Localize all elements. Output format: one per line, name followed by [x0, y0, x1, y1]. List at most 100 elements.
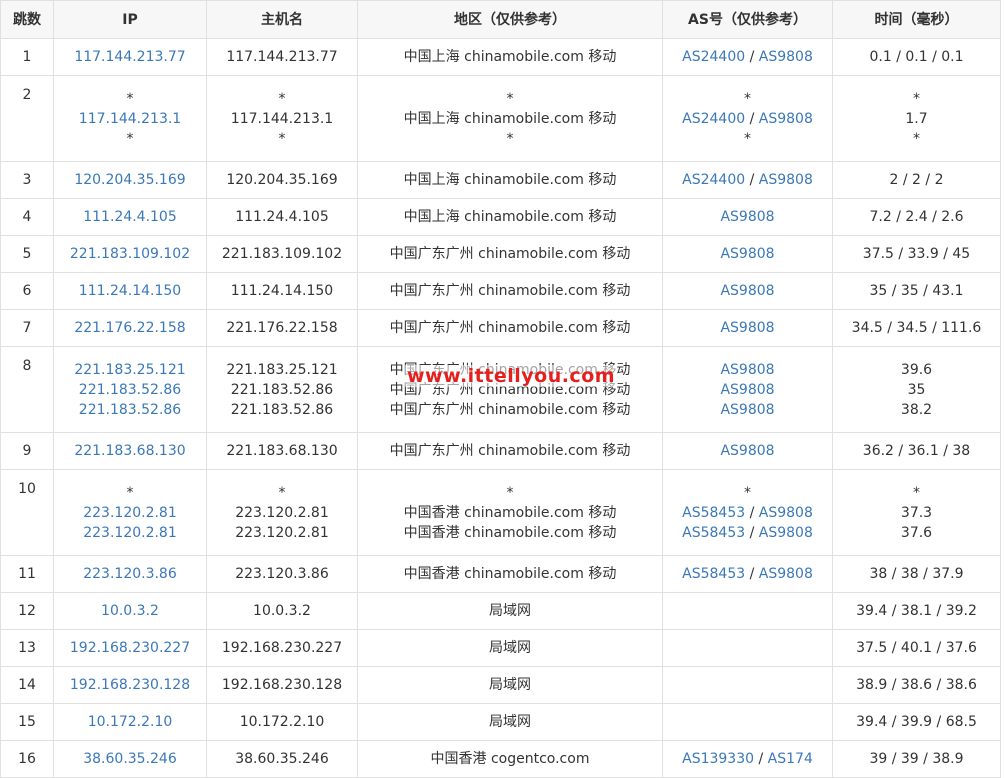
as-line: AS58453 / AS9808	[669, 503, 826, 523]
as-number-link[interactable]: AS9808	[759, 111, 813, 127]
region-text: 中国上海 chinamobile.com 移动	[403, 209, 617, 225]
column-header-host: 主机名	[206, 0, 358, 39]
as-number-cell: * AS24400 / AS9808 *	[662, 75, 833, 162]
ip-address-link[interactable]: 221.183.52.86	[60, 400, 200, 420]
ip-address-link[interactable]: 192.168.230.128	[60, 675, 200, 695]
region-cell: 局域网	[357, 592, 663, 630]
as-number-link[interactable]: AS24400	[682, 172, 745, 188]
as-number-link[interactable]: AS58453	[682, 566, 745, 582]
hostname-cell: 38.60.35.246	[206, 740, 358, 778]
latency-cell: * 37.3 37.6	[832, 469, 1001, 556]
as-number-link[interactable]: AS174	[768, 751, 813, 767]
as-separator: /	[745, 504, 759, 521]
hostname-text: 221.183.68.130	[226, 443, 338, 459]
latency-text: 39.4 / 39.9 / 68.5	[856, 714, 977, 730]
ip-address-cell: 111.24.14.150	[53, 272, 207, 310]
hostname-cell: 10.0.3.2	[206, 592, 358, 630]
latency-cell: 39.4 / 39.9 / 68.5	[832, 703, 1001, 741]
as-line: *	[669, 483, 826, 503]
region-cell: 中国香港 chinamobile.com 移动	[357, 555, 663, 593]
ip-address-link[interactable]: 111.24.4.105	[60, 207, 200, 227]
ip-address-link[interactable]: 223.120.3.86	[60, 564, 200, 584]
as-line: AS58453 / AS9808	[669, 523, 826, 543]
region-text: 局域网	[489, 714, 531, 730]
ip-address-link[interactable]: 10.172.2.10	[60, 712, 200, 732]
as-separator: /	[754, 751, 768, 767]
column-header-hop: 跳数	[0, 0, 54, 39]
as-line: AS9808	[669, 400, 826, 420]
latency-text: 38.2	[900, 401, 933, 418]
as-number-link[interactable]: AS24400	[682, 49, 745, 65]
site-watermark: www.ittellyou.com	[405, 365, 618, 387]
ip-address-text: *	[126, 90, 134, 107]
as-number-cell	[662, 703, 833, 741]
table-header-row: 跳数 IP 主机名 地区（仅供参考） AS号（仅供参考） 时间（毫秒）	[0, 0, 1001, 39]
ip-address-text: *	[126, 484, 134, 501]
ip-address-link[interactable]: 120.204.35.169	[60, 170, 200, 190]
ip-address-cell: 192.168.230.227	[53, 629, 207, 667]
ip-address-link[interactable]: 223.120.2.81	[60, 523, 200, 543]
as-line: AS9808	[669, 441, 826, 461]
ip-address-cell: 120.204.35.169	[53, 161, 207, 199]
as-number-link[interactable]: AS24400	[682, 111, 745, 127]
table-row: 3 120.204.35.169 120.204.35.169 中国上海 chinam…	[0, 161, 1001, 199]
latency-cell: 35 / 35 / 43.1	[832, 272, 1001, 310]
region-cell: 中国广东广州 chinamobile.com 移动	[357, 309, 663, 347]
as-number-link[interactable]: AS9808	[759, 49, 813, 65]
table-row: 7 221.176.22.158 221.176.22.158 中国广东广州 chin…	[0, 309, 1001, 347]
as-number-link[interactable]: AS9808	[759, 566, 813, 582]
as-number-link[interactable]: AS9808	[759, 525, 813, 541]
hostname-text: 223.120.2.81	[235, 524, 329, 541]
as-number-link[interactable]: AS9808	[759, 505, 813, 521]
as-number-link[interactable]: AS9808	[720, 362, 774, 378]
region-text: 中国广东广州 chinamobile.com 移动	[389, 283, 631, 299]
as-number-link[interactable]: AS9808	[720, 402, 774, 418]
region-text: *	[506, 130, 514, 147]
as-number-link[interactable]: AS9808	[720, 382, 774, 398]
as-line: AS9808	[669, 318, 826, 338]
ip-address-link[interactable]: 221.176.22.158	[60, 318, 200, 338]
ip-address-link[interactable]: 223.120.2.81	[60, 503, 200, 523]
ip-address-link[interactable]: 38.60.35.246	[60, 749, 200, 769]
as-number-link[interactable]: AS9808	[720, 443, 774, 459]
table-row: 15 10.172.2.10 10.172.2.10 局域网 39.4 / 39.9 /…	[0, 703, 1001, 741]
ip-address-link[interactable]: 117.144.213.1	[60, 109, 200, 129]
latency-text: 37.5 / 40.1 / 37.6	[856, 640, 977, 656]
table-row: 5 221.183.109.102 221.183.109.102 中国广东广州 ch…	[0, 235, 1001, 273]
hostname-text: 120.204.35.169	[226, 172, 338, 188]
hop-number: 5	[0, 235, 54, 273]
table-row: 10 * 223.120.2.81 223.120.2.81 * 223.120.2.81…	[0, 469, 1001, 556]
as-number-link[interactable]: AS9808	[720, 320, 774, 336]
ip-address-link[interactable]: 221.183.25.121	[60, 360, 200, 380]
as-number-link[interactable]: AS139330	[682, 751, 754, 767]
ip-address-link[interactable]: 221.183.109.102	[60, 244, 200, 264]
region-text: 中国上海 chinamobile.com 移动	[403, 110, 617, 127]
ip-address-link[interactable]: 221.183.52.86	[60, 380, 200, 400]
hostname-cell: 221.183.68.130	[206, 432, 358, 470]
as-number-cell: AS24400 / AS9808	[662, 161, 833, 199]
latency-text: 36.2 / 36.1 / 38	[862, 443, 971, 459]
region-cell: 中国上海 chinamobile.com 移动	[357, 198, 663, 236]
region-text: 局域网	[489, 640, 531, 656]
ip-address-link[interactable]: 221.183.68.130	[60, 441, 200, 461]
ip-address-link[interactable]: 192.168.230.227	[60, 638, 200, 658]
ip-address-link[interactable]: 117.144.213.77	[60, 47, 200, 67]
as-number-link[interactable]: AS58453	[682, 525, 745, 541]
hostname-text: 223.120.3.86	[235, 566, 329, 582]
hostname-text: 221.183.25.121	[226, 361, 338, 378]
as-separator: /	[745, 524, 759, 541]
ip-address-cell: 192.168.230.128	[53, 666, 207, 704]
ip-address-link[interactable]: 111.24.14.150	[60, 281, 200, 301]
as-number-link[interactable]: AS9808	[720, 246, 774, 262]
ip-address-link[interactable]: 10.0.3.2	[60, 601, 200, 621]
region-cell: 局域网	[357, 703, 663, 741]
latency-text: *	[913, 484, 920, 501]
region-text: 中国香港 cogentco.com	[430, 751, 590, 767]
as-number-link[interactable]: AS58453	[682, 505, 745, 521]
hop-number: 4	[0, 198, 54, 236]
as-number-link[interactable]: AS9808	[720, 283, 774, 299]
latency-text: 39.6	[900, 361, 933, 378]
as-number-link[interactable]: AS9808	[759, 172, 813, 188]
table-row: 2 * 117.144.213.1 * * 117.144.213.1 * * 中国上海 chi…	[0, 75, 1001, 162]
as-number-link[interactable]: AS9808	[720, 209, 774, 225]
